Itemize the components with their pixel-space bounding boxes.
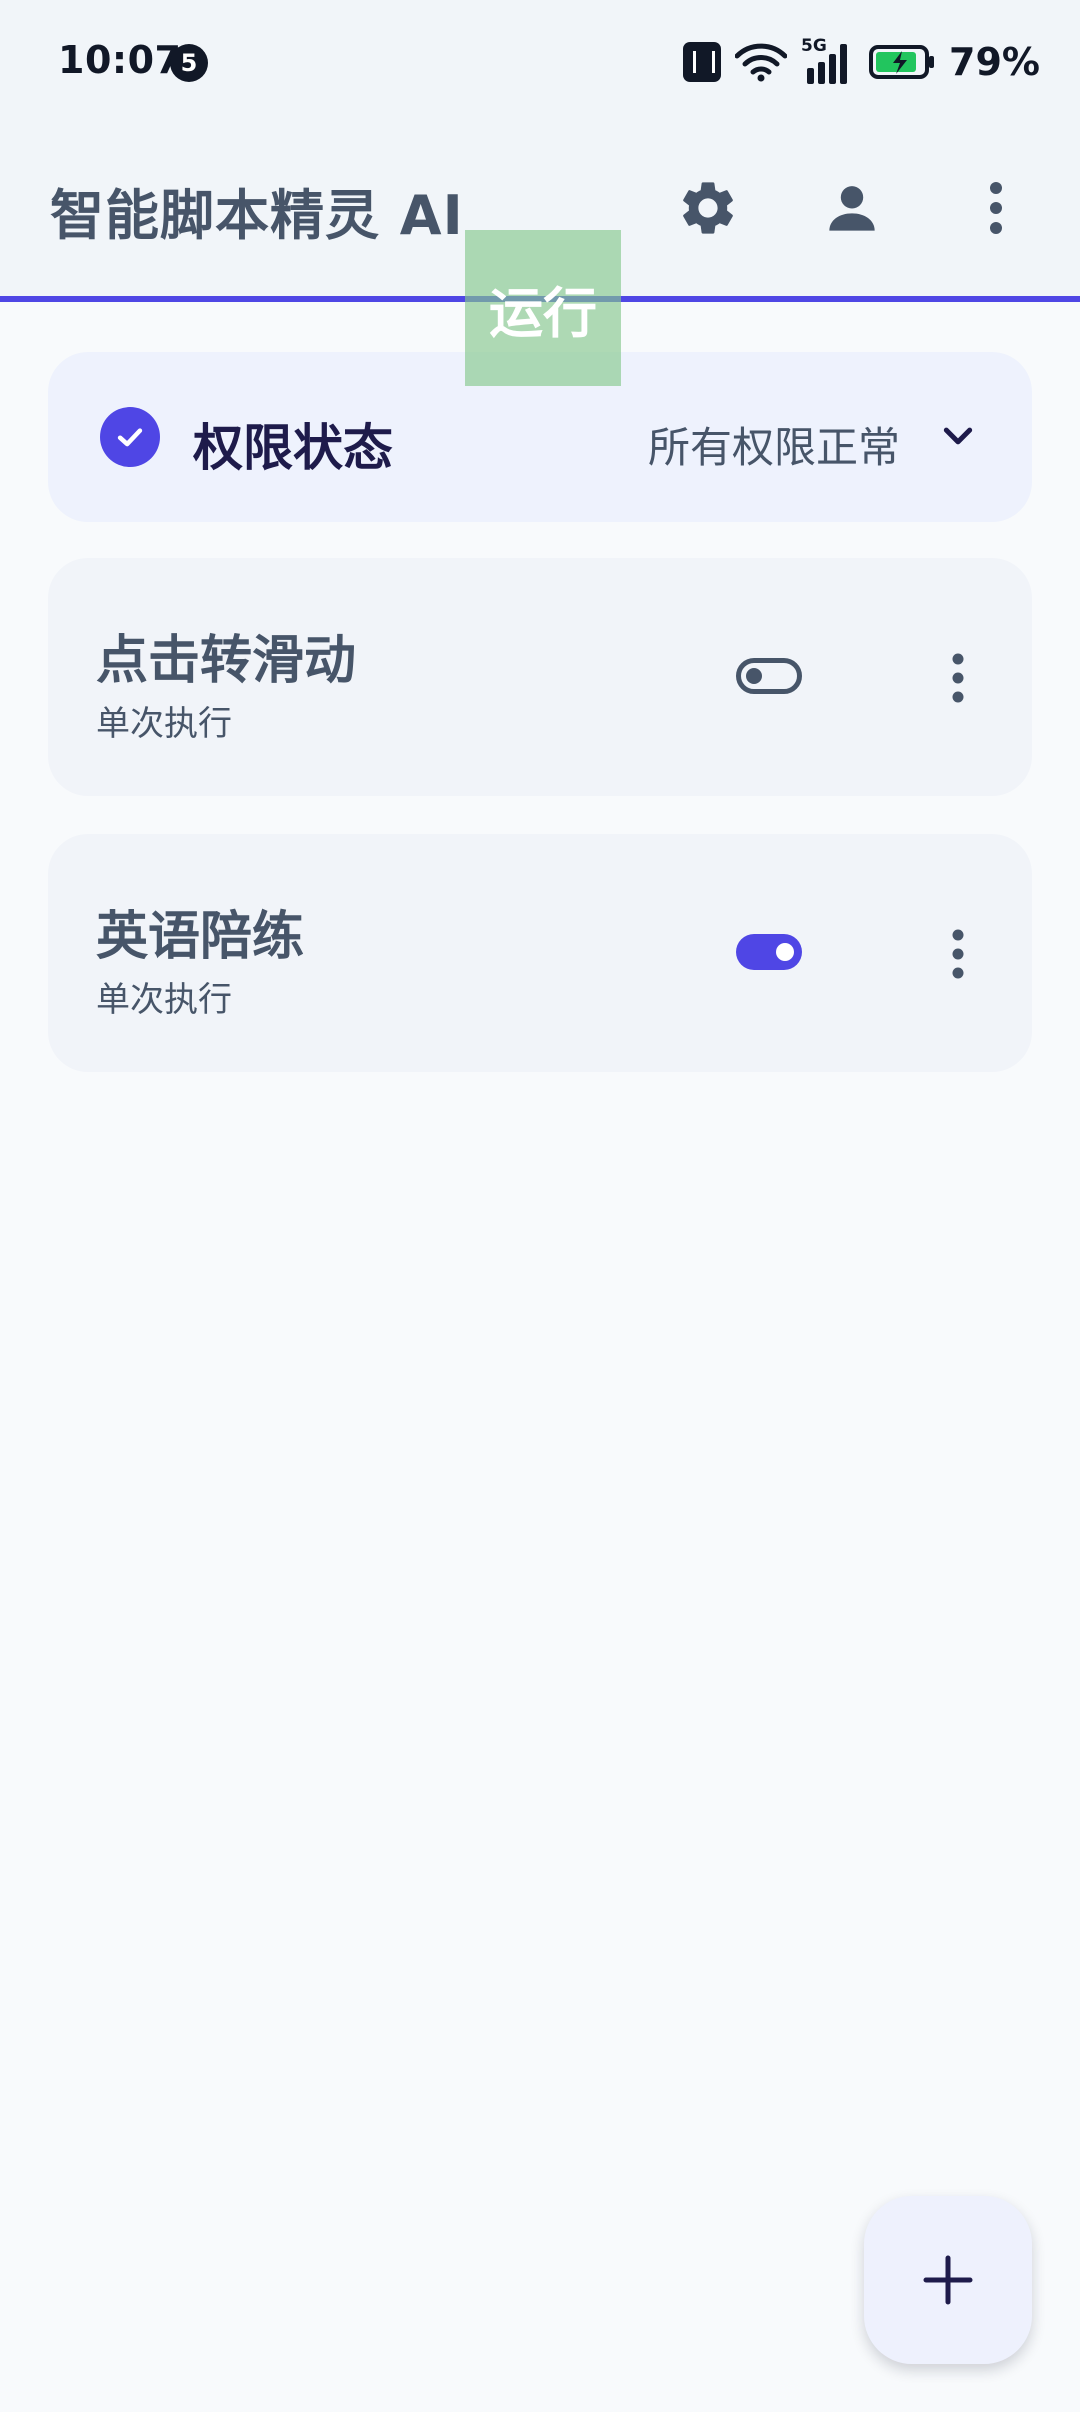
script-card[interactable]: 点击转滑动 单次执行 <box>48 558 1032 796</box>
floating-run-button[interactable]: 运行 <box>465 230 621 386</box>
more-vert-icon <box>990 182 1002 234</box>
script-name: 英语陪练 <box>96 907 305 967</box>
script-name: 点击转滑动 <box>96 631 357 691</box>
add-script-button[interactable] <box>864 2196 1032 2364</box>
script-mode: 单次执行 <box>96 980 232 1020</box>
settings-button[interactable] <box>658 158 758 258</box>
account-button[interactable] <box>802 158 902 258</box>
person-icon <box>829 186 875 231</box>
toggle-knob <box>776 943 794 961</box>
gear-icon <box>683 182 733 234</box>
status-time: 10:07 <box>58 38 182 82</box>
permission-title: 权限状态 <box>193 419 393 477</box>
script-toggle[interactable] <box>736 658 802 694</box>
script-more-button[interactable] <box>908 628 1008 728</box>
signal-icon: 5G <box>801 36 855 84</box>
toggle-knob <box>746 668 762 684</box>
overflow-menu-button[interactable] <box>946 158 1046 258</box>
script-card[interactable]: 英语陪练 单次执行 <box>48 834 1032 1072</box>
script-more-button[interactable] <box>908 904 1008 1004</box>
status-bar: 10:07 5 5G 79% <box>0 0 1080 126</box>
plus-icon <box>923 2255 973 2305</box>
signal-bars-icon <box>807 44 848 84</box>
app-title: 智能脚本精灵 AI <box>50 184 464 247</box>
permission-status-text: 所有权限正常 <box>647 423 900 472</box>
run-label: 运行 <box>489 281 597 345</box>
chevron-down-icon[interactable] <box>932 410 984 462</box>
wifi-icon <box>735 43 788 82</box>
battery-percentage: 79% <box>949 40 1040 84</box>
script-toggle[interactable] <box>736 934 802 970</box>
battery-charging-icon <box>869 45 935 79</box>
check-circle-icon <box>100 407 160 467</box>
more-vert-icon <box>952 929 964 979</box>
nfc-icon <box>683 42 722 82</box>
script-mode: 单次执行 <box>96 704 232 744</box>
status-icons: 5G 79% <box>683 36 1040 86</box>
more-vert-icon <box>952 653 964 703</box>
notification-count-badge: 5 <box>170 44 208 82</box>
